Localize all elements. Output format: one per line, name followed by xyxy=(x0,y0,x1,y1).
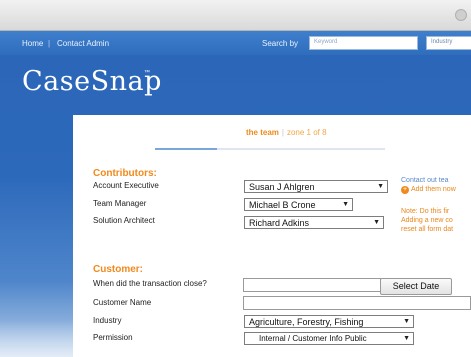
add-circle-icon: + xyxy=(401,186,409,194)
solution-architect-label: Solution Architect xyxy=(93,216,155,225)
nav-separator: | xyxy=(48,39,51,48)
background-fade xyxy=(0,320,73,357)
step-current-label: the team xyxy=(246,128,279,137)
step-zone-label: zone 1 of 8 xyxy=(286,128,327,137)
warning-note-line-2: Adding a new co xyxy=(401,217,453,224)
chevron-down-icon: ▼ xyxy=(377,183,384,190)
chevron-down-icon: ▼ xyxy=(403,318,410,325)
warning-note-line-3: reset all form dat xyxy=(401,226,454,233)
nav-home-link[interactable]: Home xyxy=(22,39,43,48)
contributors-heading: Contributors: xyxy=(93,168,157,179)
chevron-down-icon: ▼ xyxy=(403,335,410,342)
step-indicator: the team | zone 1 of 8 xyxy=(246,128,327,137)
top-nav-bar: Home | Contact Admin Search by Keyword I… xyxy=(0,31,471,55)
chevron-down-icon: ▼ xyxy=(373,219,380,226)
customer-name-label: Customer Name xyxy=(93,298,152,307)
close-date-input[interactable] xyxy=(243,278,381,292)
contact-team-note: Contact out tea xyxy=(401,177,449,184)
industry-select[interactable]: Agriculture, Forestry, Fishing ▼ xyxy=(244,315,414,328)
casesnap-logo: CaseSnap xyxy=(22,66,162,97)
customer-name-input[interactable] xyxy=(243,296,471,310)
close-date-label: When did the transaction close? xyxy=(93,279,207,288)
step-progress-active xyxy=(155,148,217,150)
step-separator: | xyxy=(281,128,284,137)
search-label: Search by xyxy=(262,39,299,48)
logo-trademark: ™ xyxy=(144,70,150,76)
industry-label: Industry xyxy=(93,316,122,325)
permission-value: Internal / Customer Info Public xyxy=(259,334,367,343)
team-manager-label: Team Manager xyxy=(93,199,147,208)
account-executive-value: Susan J Ahlgren xyxy=(249,182,315,192)
search-input[interactable]: Keyword xyxy=(309,36,418,50)
industry-filter-select[interactable]: Industry xyxy=(426,36,471,50)
select-date-button[interactable]: Select Date xyxy=(380,278,452,295)
team-manager-select[interactable]: Michael B Crone ▼ xyxy=(244,198,353,211)
solution-architect-value: Richard Adkins xyxy=(249,218,310,228)
solution-architect-select[interactable]: Richard Adkins ▼ xyxy=(244,216,384,229)
browser-chrome xyxy=(0,0,471,31)
customer-heading: Customer: xyxy=(93,264,144,275)
account-executive-label: Account Executive xyxy=(93,181,159,190)
permission-label: Permission xyxy=(93,333,133,342)
add-them-now-label: Add them now xyxy=(411,186,456,193)
window-button-icon[interactable] xyxy=(455,9,467,21)
team-manager-value: Michael B Crone xyxy=(249,200,316,210)
permission-select[interactable]: Internal / Customer Info Public ▼ xyxy=(244,332,414,345)
warning-note-line-1: Note: Do this fir xyxy=(401,208,450,215)
account-executive-select[interactable]: Susan J Ahlgren ▼ xyxy=(244,180,388,193)
industry-value: Agriculture, Forestry, Fishing xyxy=(249,317,364,327)
nav-contact-admin-link[interactable]: Contact Admin xyxy=(57,39,109,48)
chevron-down-icon: ▼ xyxy=(342,201,349,208)
add-them-now-link[interactable]: + Add them now xyxy=(401,185,456,194)
